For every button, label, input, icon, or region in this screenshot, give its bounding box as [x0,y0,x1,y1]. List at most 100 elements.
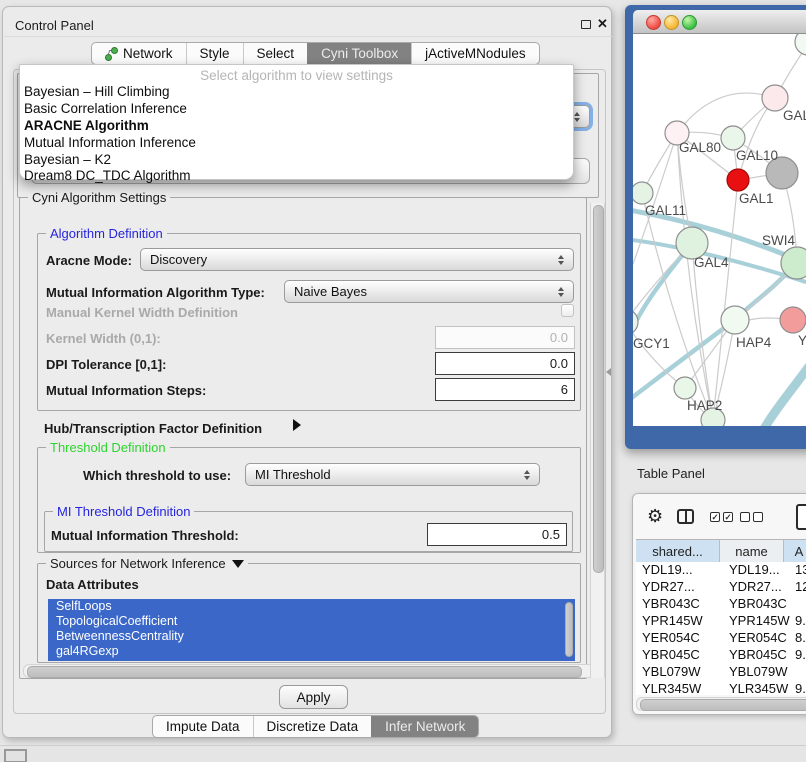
dropdown-item[interactable]: Bayesian – Hill Climbing [24,84,170,99]
select-all-checkbox-icon[interactable]: ✓ [723,512,733,522]
mi-steps-field[interactable]: 6 [435,378,575,401]
columns-icon[interactable] [677,509,694,524]
deselect-all-checkbox-icon[interactable] [753,512,763,522]
node-gal1-red[interactable] [727,169,749,191]
table-panel-window: ⚙ ✓ ✓ shared... name A YDL19...YDL19...1… [632,493,806,715]
table-body: YDL19...YDL19...13 YDR27...YDR27...12 YB… [636,562,806,695]
float-window-icon[interactable] [581,20,591,29]
bottom-left-widget[interactable] [4,749,27,762]
node-swi4[interactable] [781,247,806,279]
table-hscrollbar-track[interactable] [636,697,806,711]
hub-definition-label: Hub/Transcription Factor Definition [44,421,262,436]
which-threshold-combo[interactable]: MI Threshold [245,463,540,486]
table-row[interactable]: YDR27...YDR27...12 [636,579,806,596]
node-gal11[interactable] [633,182,653,204]
node-label: GAL4 [694,255,729,270]
cyni-settings-title: Cyni Algorithm Settings [28,190,170,205]
sources-group-title-wrap: Sources for Network Inference [46,556,248,571]
table-row[interactable]: YLR345WYLR345W9. [636,681,806,695]
dropdown-placeholder: Select algorithm to view settings [20,68,573,83]
node-label: Y [798,333,806,348]
network-graph: GAL80 GAL10 GAL1 GAL11 GAL4 SWI4 HAP4 HA… [633,34,806,426]
attribute-item[interactable]: SelfLoops [48,599,575,614]
settings-hscrollbar-thumb[interactable] [27,666,582,678]
sources-collapse-icon[interactable] [232,560,244,568]
aracne-mode-value: Discovery [150,252,553,267]
node-pink[interactable] [780,307,806,333]
edge [713,180,738,420]
settings-vscrollbar-track[interactable] [590,203,605,678]
dpi-tolerance-field[interactable]: 0.0 [435,352,575,375]
deselect-all-checkbox-icon[interactable] [740,512,750,522]
attribute-item[interactable]: gal4RGexp [48,644,575,659]
dropdown-item[interactable]: Dream8 DC_TDC Algorithm [24,168,191,183]
tab-infer-network-label: Infer Network [385,719,465,734]
document-icon[interactable] [796,504,806,530]
kernel-width-field[interactable]: 0.0 [435,326,575,349]
tab-discretize-data[interactable]: Discretize Data [253,716,372,737]
tab-style[interactable]: Style [186,43,243,64]
apply-button-label: Apply [297,690,331,705]
close-traffic-light-icon[interactable] [646,15,661,30]
dropdown-item[interactable]: Basic Correlation Inference [24,101,187,116]
mi-type-combo[interactable]: Naive Bayes [284,280,574,303]
dropdown-item[interactable]: Mutual Information Inference [24,135,196,150]
node-gal10[interactable] [721,126,745,150]
node-hap4[interactable] [721,306,749,334]
zoom-traffic-light-icon[interactable] [682,15,697,30]
tab-jactivemnodules[interactable]: jActiveMNodules [411,43,539,64]
column-header-shared[interactable]: shared... [636,540,720,562]
table-row[interactable]: YDL19...YDL19...13 [636,562,806,579]
attribute-item[interactable]: TopologicalCoefficient [48,614,575,629]
cyni-bottom-tabbar: Impute Data Discretize Data Infer Networ… [152,715,479,738]
attribute-item[interactable]: BetweennessCentrality [48,629,575,644]
table-row[interactable]: YBR043CYBR043C [636,596,806,613]
settings-hscrollbar-track[interactable] [23,664,595,678]
node-gcy1[interactable] [633,309,638,335]
dropdown-item[interactable]: Bayesian – K2 [24,152,111,167]
tab-cyni-toolbox[interactable]: Cyni Toolbox [307,43,411,64]
apply-button[interactable]: Apply [279,685,348,709]
which-threshold-value: MI Threshold [255,467,519,482]
which-threshold-label: Which threshold to use: [83,468,231,483]
table-row[interactable]: YPR145WYPR145W9. [636,613,806,630]
dropdown-item-selected[interactable]: ARACNE Algorithm [24,118,149,133]
select-all-checkbox-icon[interactable]: ✓ [710,512,720,522]
hub-expand-icon[interactable] [293,419,301,431]
minimize-traffic-light-icon[interactable] [664,15,679,30]
attribute-list-scrollbar[interactable] [565,602,573,657]
manual-kernel-checkbox[interactable] [561,304,574,317]
tab-network[interactable]: Network [92,43,186,64]
tab-impute-data[interactable]: Impute Data [153,716,253,737]
network-canvas[interactable]: GAL80 GAL10 GAL1 GAL11 GAL4 SWI4 HAP4 HA… [633,34,806,426]
mi-steps-label: Mutual Information Steps: [46,383,206,398]
tab-discretize-data-label: Discretize Data [267,719,359,734]
tab-infer-network[interactable]: Infer Network [371,716,478,737]
node-label: SWI4 [762,233,795,248]
table-panel-title: Table Panel [637,466,705,481]
tab-select[interactable]: Select [243,43,308,64]
close-icon[interactable]: ✕ [597,16,608,32]
aracne-mode-combo[interactable]: Discovery [140,248,574,271]
settings-vscrollbar-thumb[interactable] [593,205,604,573]
table-header-row: shared... name A [636,539,806,563]
tab-select-label: Select [257,46,295,61]
panel-divider-handle[interactable] [606,368,611,376]
control-panel-tabbar: Network Style Select Cyni Toolbox jActiv… [91,42,540,65]
column-header-name[interactable]: name [720,540,784,562]
manual-kernel-label: Manual Kernel Width Definition [46,305,238,320]
node-hap2[interactable] [674,377,696,399]
mi-threshold-group-title: MI Threshold Definition [53,504,194,519]
table-row[interactable]: YBR045CYBR045C9. [636,647,806,664]
gear-icon[interactable]: ⚙ [647,507,663,525]
tab-style-label: Style [200,46,230,61]
column-header-3[interactable]: A [784,540,806,562]
table-hscrollbar-thumb[interactable] [640,699,806,711]
mi-threshold-field[interactable]: 0.5 [427,523,567,546]
table-row[interactable]: YBL079WYBL079W [636,664,806,681]
table-row[interactable]: YER054CYER054C8. [636,630,806,647]
node[interactable] [795,34,806,55]
control-panel-window: Control Panel ✕ Network Style Select Cyn… [2,6,612,738]
network-window-titlebar[interactable] [633,10,806,34]
edge [761,354,806,426]
